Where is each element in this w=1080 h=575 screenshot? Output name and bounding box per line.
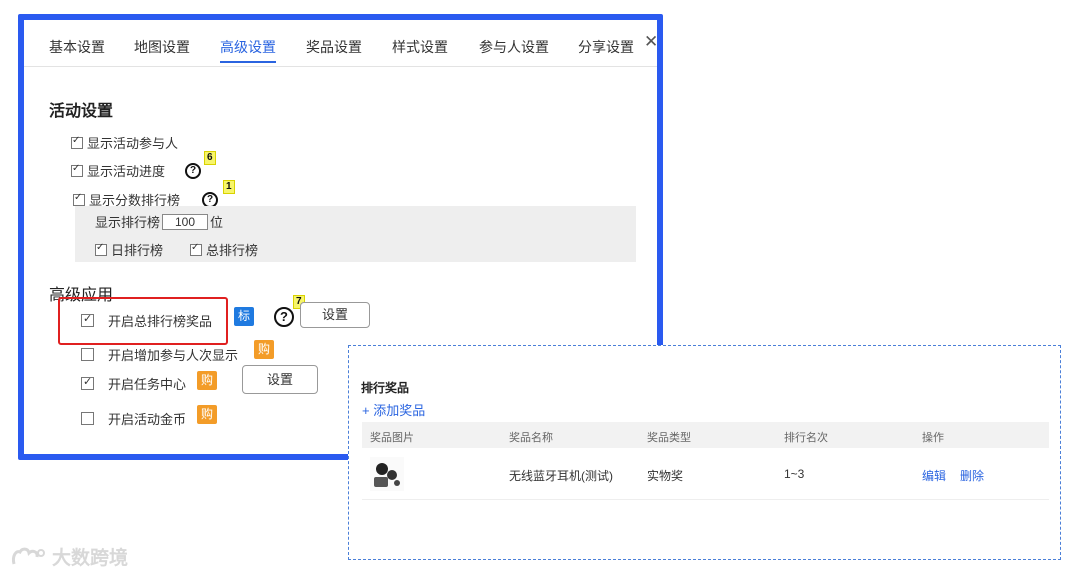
show-progress-option[interactable]: 显示活动进度 ? bbox=[71, 161, 202, 180]
purchase-tag: 购 bbox=[254, 340, 275, 359]
show-progress-checkbox[interactable] bbox=[71, 163, 83, 177]
purchase-tag: 购 bbox=[197, 371, 218, 390]
ranking-count-prefix: 显示排行榜 bbox=[95, 215, 161, 230]
tab-share[interactable]: 分享设置 bbox=[578, 37, 634, 57]
ranking-count-row: 显示排行榜 100 位 bbox=[95, 212, 223, 231]
ranking-prizes-title: 排行奖品 bbox=[361, 381, 410, 395]
daily-ranking-label: 日排行榜 bbox=[111, 243, 164, 258]
participation-count-label: 开启增加参与人次显示 bbox=[108, 348, 239, 363]
prize-rank: 1~3 bbox=[784, 467, 805, 481]
total-ranking-checkbox[interactable] bbox=[190, 242, 202, 256]
daily-ranking-option[interactable]: 日排行榜 bbox=[95, 240, 163, 259]
tab-prize[interactable]: 奖品设置 bbox=[306, 37, 362, 57]
ranking-count-suffix: 位 bbox=[210, 215, 224, 230]
help-icon[interactable]: ? bbox=[274, 307, 294, 327]
watermark: 大数跨境 bbox=[10, 543, 128, 570]
ranking-prizes-popup: 排行奖品 + 添加奖品 奖品图片 奖品名称 奖品类型 排行名次 操作 无线蓝牙耳… bbox=[348, 345, 1061, 560]
column-header: 奖品名称 bbox=[509, 432, 553, 444]
close-icon[interactable]: ✕ bbox=[644, 32, 658, 52]
column-header: 排行名次 bbox=[784, 432, 828, 444]
task-center-checkbox[interactable] bbox=[81, 375, 94, 390]
purchase-tag: 购 bbox=[197, 405, 218, 424]
activity-settings-title: 活动设置 bbox=[49, 103, 114, 120]
show-participants-label: 显示活动参与人 bbox=[87, 136, 179, 151]
tab-style[interactable]: 样式设置 bbox=[392, 37, 448, 57]
ranking-count-input[interactable]: 100 bbox=[162, 213, 209, 230]
activity-coins-label: 开启活动金币 bbox=[108, 412, 187, 427]
total-ranking-prize-settings-button[interactable]: 设置 bbox=[300, 302, 370, 328]
tab-map[interactable]: 地图设置 bbox=[134, 37, 190, 57]
annotation-badge-6: 6 bbox=[204, 151, 216, 165]
task-center-label: 开启任务中心 bbox=[108, 377, 187, 392]
total-ranking-prize-option[interactable]: 开启总排行榜奖品 bbox=[81, 311, 212, 330]
delete-link[interactable]: 删除 bbox=[960, 467, 984, 484]
prize-image bbox=[370, 457, 404, 491]
standard-tag: 标 bbox=[234, 307, 255, 326]
participation-count-option[interactable]: 开启增加参与人次显示 bbox=[81, 345, 238, 364]
table-row: 无线蓝牙耳机(测试) 实物奖 1~3 编辑 删除 bbox=[362, 449, 1049, 500]
add-prize-link[interactable]: + 添加奖品 bbox=[362, 400, 425, 419]
daily-ranking-checkbox[interactable] bbox=[95, 242, 107, 256]
show-participants-option[interactable]: 显示活动参与人 bbox=[71, 133, 178, 152]
total-ranking-label: 总排行榜 bbox=[206, 243, 259, 258]
activity-coins-checkbox[interactable] bbox=[81, 412, 94, 425]
show-ranking-checkbox[interactable] bbox=[73, 192, 85, 206]
tab-participants[interactable]: 参与人设置 bbox=[479, 37, 549, 57]
column-header: 奖品图片 bbox=[370, 432, 414, 444]
participation-count-checkbox[interactable] bbox=[81, 348, 94, 361]
column-header: 奖品类型 bbox=[647, 432, 691, 444]
annotation-badge-1: 1 bbox=[223, 180, 235, 194]
watermark-logo-icon bbox=[12, 547, 45, 564]
column-header: 操作 bbox=[922, 432, 944, 444]
activity-coins-option[interactable]: 开启活动金币 bbox=[81, 409, 186, 428]
tab-advanced[interactable]: 高级设置 bbox=[220, 37, 276, 63]
prize-table-header: 奖品图片 奖品名称 奖品类型 排行名次 操作 bbox=[362, 422, 1049, 448]
settings-tab-bar: 基本设置 地图设置 高级设置 奖品设置 样式设置 参与人设置 分享设置 ✕ bbox=[24, 20, 658, 67]
task-center-settings-button[interactable]: 设置 bbox=[242, 365, 318, 394]
watermark-text: 大数跨境 bbox=[52, 548, 129, 569]
show-progress-label: 显示活动进度 bbox=[87, 164, 166, 179]
total-ranking-option[interactable]: 总排行榜 bbox=[190, 240, 258, 259]
ranking-options-box: 显示排行榜 100 位 日排行榜 总排行榜 bbox=[75, 206, 636, 262]
total-ranking-prize-checkbox[interactable] bbox=[81, 312, 94, 327]
task-center-option[interactable]: 开启任务中心 bbox=[81, 374, 186, 393]
total-ranking-prize-label: 开启总排行榜奖品 bbox=[108, 314, 213, 329]
help-icon[interactable]: ? bbox=[185, 162, 202, 179]
show-participants-checkbox[interactable] bbox=[71, 135, 83, 149]
prize-name: 无线蓝牙耳机(测试) bbox=[509, 469, 613, 483]
tab-basic[interactable]: 基本设置 bbox=[49, 37, 105, 57]
edit-link[interactable]: 编辑 bbox=[922, 467, 946, 484]
prize-type: 实物奖 bbox=[647, 469, 684, 483]
